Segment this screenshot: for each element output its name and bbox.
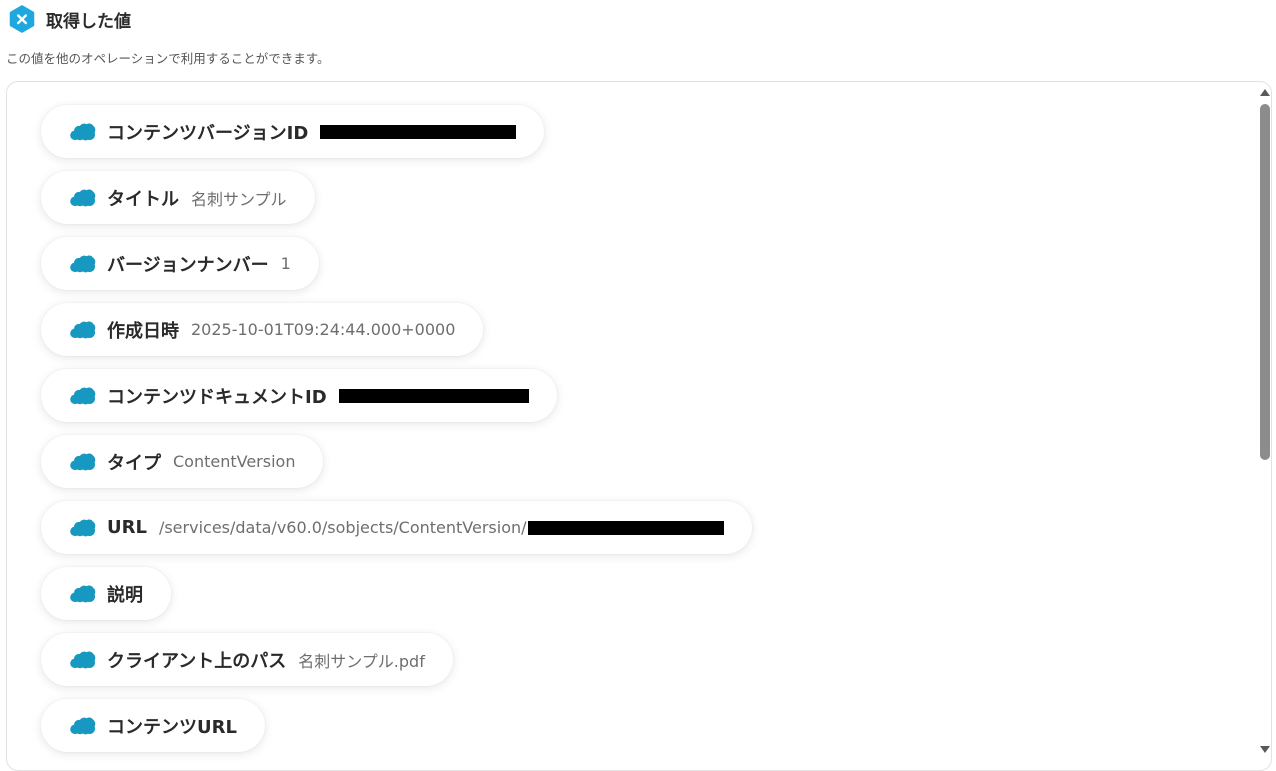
value-item-content-url[interactable]: コンテンツURL (41, 699, 265, 752)
item-label: タイプ (107, 452, 161, 474)
page-subtitle: この値を他のオペレーションで利用することができます。 (6, 51, 330, 66)
value-item-content-version-id[interactable]: コンテンツバージョンID (41, 105, 545, 158)
salesforce-cloud-icon (70, 255, 96, 273)
item-label: コンテンツバージョンID (107, 122, 309, 144)
item-label: URL (107, 517, 147, 538)
value-item-client-path[interactable]: クライアント上のパス 名刺サンプル.pdf (41, 633, 453, 686)
value-item-description[interactable]: 説明 (41, 567, 171, 620)
value-item-version-number[interactable]: バージョンナンバー 1 (41, 237, 319, 290)
item-label: バージョンナンバー (107, 254, 269, 276)
salesforce-cloud-icon (70, 453, 96, 471)
item-value: 1 (280, 254, 291, 273)
item-value: 名刺サンプル.pdf (298, 651, 425, 671)
scroll-up-arrow-icon[interactable] (1260, 89, 1270, 96)
value-item-content-document-id[interactable]: コンテンツドキュメントID (41, 369, 557, 422)
redacted-value (527, 520, 724, 535)
redacted-value (320, 124, 517, 139)
page-title: 取得した値 (46, 11, 131, 32)
item-label: コンテンツドキュメントID (107, 386, 327, 408)
value-item-type[interactable]: タイプ ContentVersion (41, 435, 324, 488)
vertical-scrollbar[interactable] (1258, 86, 1272, 756)
item-value: 2025-10-01T09:24:44.000+0000 (191, 320, 456, 339)
redacted-value (338, 388, 529, 403)
item-value: /services/data/v60.0/sobjects/ContentVer… (158, 518, 527, 537)
header: 取得した値 (8, 5, 131, 33)
scroll-down-arrow-icon[interactable] (1260, 746, 1270, 753)
item-value: ContentVersion (173, 452, 296, 471)
salesforce-cloud-icon (70, 717, 96, 735)
salesforce-cloud-icon (70, 519, 96, 537)
value-item-url[interactable]: URL /services/data/v60.0/sobjects/Conten… (41, 501, 752, 554)
salesforce-cloud-icon (70, 321, 96, 339)
item-label: 作成日時 (107, 320, 179, 342)
salesforce-cloud-icon (70, 189, 96, 207)
item-label: タイトル (107, 188, 179, 210)
value-item-title[interactable]: タイトル 名刺サンプル (41, 171, 315, 224)
item-label: コンテンツURL (107, 716, 237, 738)
salesforce-cloud-icon (70, 585, 96, 603)
salesforce-cloud-icon (70, 651, 96, 669)
value-item-created-date[interactable]: 作成日時 2025-10-01T09:24:44.000+0000 (41, 303, 484, 356)
item-label: 説明 (107, 584, 143, 606)
values-panel: コンテンツバージョンID タイトル 名刺サンプル バージョンナンバー 1 作成日… (6, 81, 1272, 771)
salesforce-cloud-icon (70, 387, 96, 405)
scrollbar-thumb[interactable] (1260, 104, 1270, 460)
salesforce-cloud-icon (70, 123, 96, 141)
x-hexagon-icon (9, 5, 35, 33)
item-label: クライアント上のパス (107, 650, 287, 672)
item-value: 名刺サンプル (191, 189, 287, 209)
